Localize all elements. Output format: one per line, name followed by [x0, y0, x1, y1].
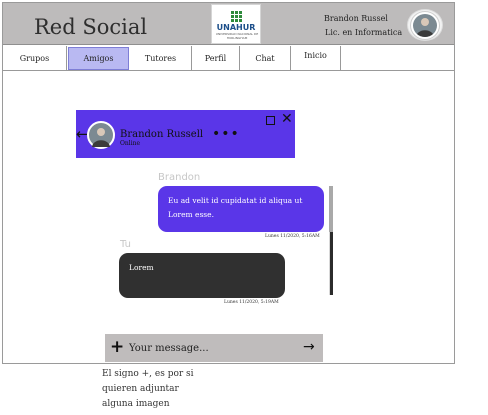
message-timestamp: Lunes 11/2020, 5:16AM	[265, 234, 320, 239]
nav-item-chat[interactable]: Chat	[240, 46, 291, 71]
header-avatar[interactable]	[407, 9, 443, 41]
nav-item-tutores[interactable]: Tutores	[130, 46, 192, 71]
send-arrow-icon[interactable]: →	[303, 340, 315, 354]
message-sender: Brandon	[158, 172, 201, 183]
app-frame: Red Social UNAHUR UNIVERSIDAD NACIONAL D…	[2, 2, 455, 364]
university-logo[interactable]: UNAHUR UNIVERSIDAD NACIONAL DE HURLINGHA…	[211, 4, 261, 44]
header-user-name: Brandon Russel	[324, 14, 388, 23]
maximize-icon[interactable]	[266, 116, 275, 125]
logo-name: UNAHUR	[216, 23, 256, 32]
message-input[interactable]	[129, 340, 299, 356]
nav-item-grupos[interactable]: Grupos	[3, 46, 67, 71]
brand-title: Red Social	[34, 15, 148, 39]
header: Red Social UNAHUR UNIVERSIDAD NACIONAL D…	[3, 3, 454, 45]
message-bubble-received: Eu ad velit id cupidatat id aliqua ut Lo…	[158, 186, 324, 232]
scrollbar-thumb[interactable]	[329, 186, 333, 232]
contact-status: Online	[120, 140, 141, 147]
main-nav: Grupos Amigos Tutores Perfil Chat Inicio	[3, 46, 454, 71]
annotation-note: El signo +, es por si quieren adjuntar a…	[102, 369, 194, 409]
avatar-photo	[411, 12, 439, 39]
header-user-role: Lic. en Informatica	[325, 28, 403, 37]
nav-item-inicio[interactable]: Inicio	[291, 46, 341, 71]
message-bubble-sent: Lorem	[119, 253, 285, 298]
more-options-icon[interactable]: •••	[212, 127, 240, 141]
message-composer: + →	[105, 334, 323, 362]
contact-avatar[interactable]	[87, 121, 115, 149]
message-timestamp: Lunes 11/2020, 5:19AM	[224, 300, 279, 305]
logo-mark-icon	[231, 11, 243, 23]
nav-item-amigos[interactable]: Amigos	[68, 47, 129, 70]
message-sender: Tu	[120, 239, 131, 250]
attach-plus-icon[interactable]: +	[110, 339, 124, 356]
close-icon[interactable]: ✕	[281, 112, 293, 126]
chat-header: ← Brandon Russell Online ••• ✕	[76, 110, 295, 158]
nav-item-perfil[interactable]: Perfil	[192, 46, 240, 71]
contact-name: Brandon Russell	[120, 129, 204, 140]
logo-subtitle: UNIVERSIDAD NACIONAL DE HURLINGHAM	[215, 32, 259, 40]
scrollbar-rail	[330, 232, 333, 295]
